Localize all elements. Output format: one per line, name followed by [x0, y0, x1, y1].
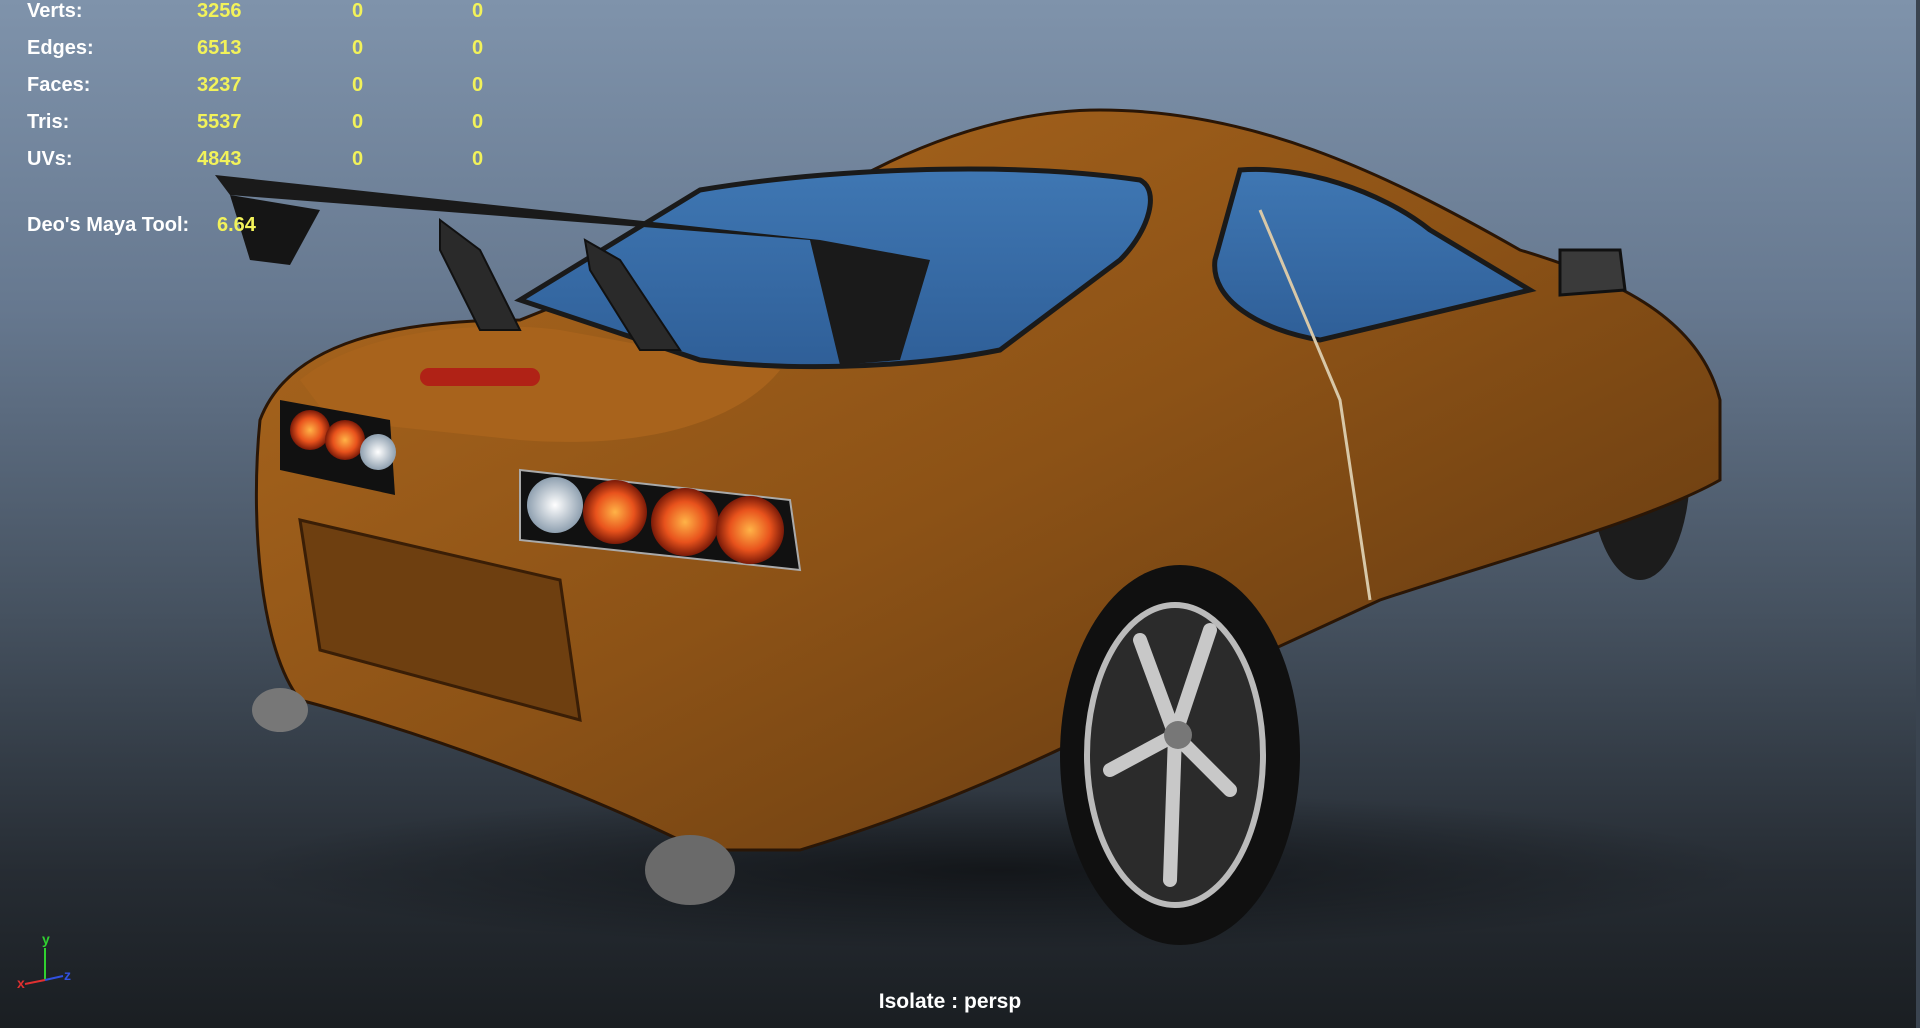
car-model-render [215, 108, 1760, 950]
stat-value-component: 0 [472, 111, 484, 133]
tool-version-value: 6.64 [217, 214, 256, 236]
stat-value-component: 0 [472, 37, 484, 59]
stat-value-component: 0 [472, 74, 484, 96]
stat-value-total: 6513 [197, 37, 242, 59]
axis-x-label: x [17, 975, 25, 991]
stat-value-total: 4843 [197, 148, 242, 170]
axis-y-label: y [42, 931, 50, 947]
stat-value-selected: 0 [352, 148, 364, 170]
tool-label: Deo's Maya Tool: [27, 214, 190, 236]
stat-value-total: 3237 [197, 74, 242, 96]
camera-name-label: Isolate : persp [878, 990, 1022, 1013]
stat-value-component: 0 [472, 148, 484, 170]
stat-value-selected: 0 [352, 37, 364, 59]
stat-label: Verts: [27, 0, 83, 22]
stat-value-selected: 0 [352, 74, 364, 96]
stat-value-total: 5537 [197, 111, 242, 133]
axis-z-label: z [64, 967, 71, 983]
stat-label: UVs: [27, 148, 73, 170]
stat-value-selected: 0 [352, 0, 364, 22]
stat-value-component: 0 [472, 0, 484, 22]
stat-value-total: 3256 [197, 0, 242, 22]
stat-label: Faces: [27, 74, 91, 96]
viewport-border [1916, 0, 1920, 1028]
stat-label: Tris: [27, 111, 70, 133]
stat-value-selected: 0 [352, 111, 364, 133]
tool-version-readout: Deo's Maya Tool: 6.64 [27, 214, 256, 237]
stat-label: Edges: [27, 37, 94, 59]
